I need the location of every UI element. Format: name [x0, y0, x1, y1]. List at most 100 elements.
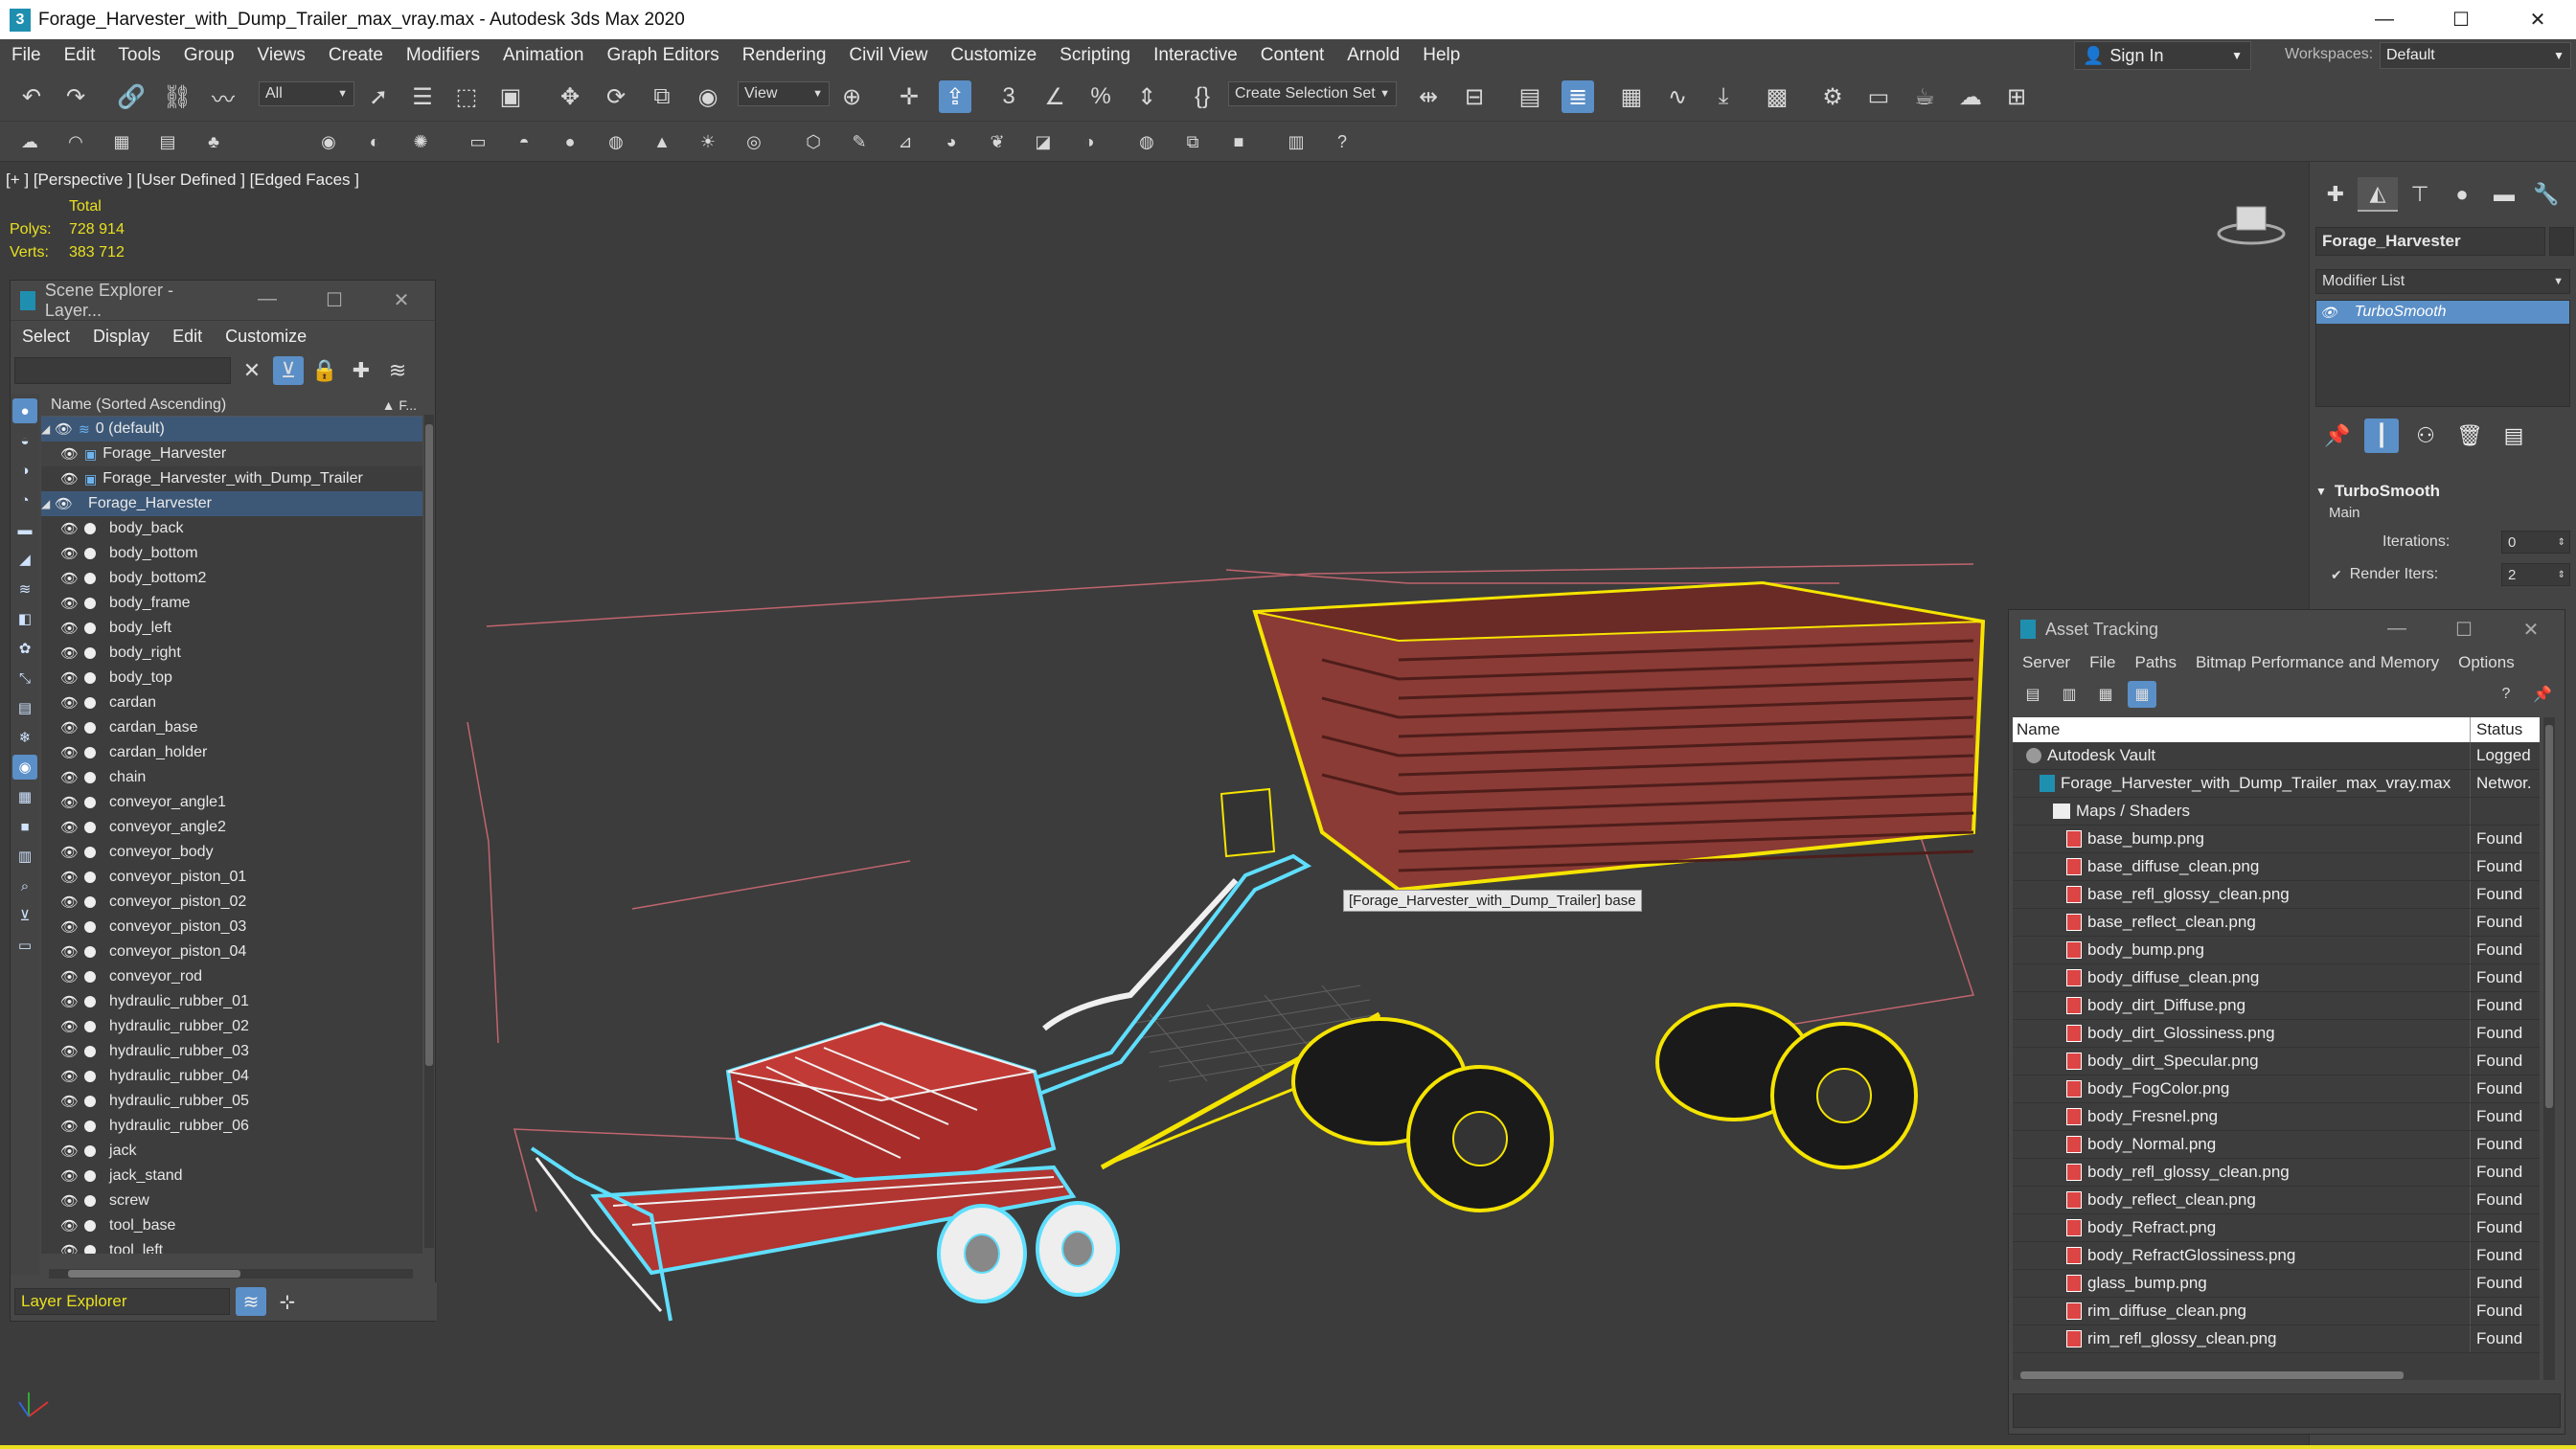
asset-row[interactable]: body_Normal.png Found: [2013, 1131, 2540, 1159]
folder-icon[interactable]: ▭: [12, 933, 37, 958]
eye-icon[interactable]: 👁: [55, 420, 73, 438]
se-menu-customize[interactable]: Customize: [214, 327, 318, 347]
eye-icon[interactable]: 👁: [60, 545, 79, 562]
eye-icon[interactable]: 👁: [60, 1118, 79, 1135]
tree-row-layer-item[interactable]: 👁 ▣ Forage_Harvester_with_Dump_Trailer: [41, 466, 422, 491]
object-dot-icon[interactable]: [84, 573, 97, 584]
render-region-icon[interactable]: ■: [1226, 129, 1251, 154]
tree-row-object[interactable]: 👁 body_left: [41, 616, 422, 641]
menu-content[interactable]: Content: [1249, 39, 1336, 72]
scroll-thumb[interactable]: [2545, 725, 2553, 1108]
menu-edit[interactable]: Edit: [53, 39, 107, 72]
asset-row[interactable]: rim_diffuse_clean.png Found: [2013, 1298, 2540, 1325]
eye-icon[interactable]: 👁: [60, 645, 79, 662]
render-in-cloud-icon[interactable]: ☁: [1954, 80, 1987, 113]
eye-icon[interactable]: 👁: [60, 1167, 79, 1185]
tree-row-object[interactable]: 👁 body_bottom2: [41, 566, 422, 591]
align-icon[interactable]: ⊟: [1458, 80, 1491, 113]
spinner-snap-icon[interactable]: ⇕: [1130, 80, 1163, 113]
menu-file[interactable]: File: [0, 39, 53, 72]
tree-row-object[interactable]: 👁 cardan_base: [41, 715, 422, 740]
eye-icon[interactable]: 👁: [60, 620, 79, 637]
object-dot-icon[interactable]: [84, 697, 97, 709]
object-dot-icon[interactable]: [84, 946, 97, 958]
vertical-scrollbar[interactable]: [2543, 717, 2555, 1380]
se-menu-edit[interactable]: Edit: [161, 327, 214, 347]
tree-row-object[interactable]: 👁 body_right: [41, 641, 422, 666]
lock-icon[interactable]: 🔒: [309, 356, 340, 385]
motion-tab-icon[interactable]: ●: [2442, 177, 2482, 212]
tree-row-object[interactable]: 👁 conveyor_piston_01: [41, 865, 422, 890]
keyboard-shortcut-override-icon[interactable]: ⇪: [939, 80, 971, 113]
ambient-light-icon[interactable]: ◎: [741, 129, 766, 154]
asset-row[interactable]: body_FogColor.png Found: [2013, 1075, 2540, 1103]
eye-icon[interactable]: 👁: [55, 495, 73, 512]
object-dot-icon[interactable]: [84, 822, 97, 833]
groups-filter-icon[interactable]: ◧: [12, 606, 37, 631]
object-dot-icon[interactable]: [84, 1021, 97, 1032]
eye-icon[interactable]: 👁: [60, 595, 79, 612]
invert-filter-icon[interactable]: ▥: [12, 844, 37, 869]
modifier-list-select[interactable]: Modifier List ▼: [2315, 269, 2570, 294]
close-button[interactable]: ✕: [2499, 0, 2576, 39]
object-dot-icon[interactable]: [84, 896, 97, 908]
eye-icon[interactable]: 👁: [60, 819, 79, 836]
toggle-ribbon-icon[interactable]: ▦: [1615, 80, 1648, 113]
table-view-icon[interactable]: ▦: [2128, 681, 2156, 708]
fog-icon[interactable]: ◠: [63, 129, 88, 154]
tree-row-object[interactable]: 👁 tool_left: [41, 1238, 422, 1254]
search-input[interactable]: [14, 357, 231, 384]
ies-light-icon[interactable]: ▲: [650, 129, 674, 154]
tree-row-object[interactable]: 👁 jack_stand: [41, 1164, 422, 1189]
tree-row-layer-default[interactable]: ◢ 👁 ≋ 0 (default): [41, 417, 422, 441]
eye-icon[interactable]: 👁: [60, 570, 79, 587]
at-menu-paths[interactable]: Paths: [2125, 653, 2185, 672]
eye-icon[interactable]: 👁: [60, 943, 79, 961]
eye-icon[interactable]: 👁: [60, 520, 79, 537]
menu-interactive[interactable]: Interactive: [1142, 39, 1249, 72]
spinner-arrows-icon[interactable]: ⇕: [2558, 570, 2565, 580]
remove-modifier-icon[interactable]: 🗑: [2448, 419, 2492, 453]
percent-snap-icon[interactable]: %: [1084, 80, 1117, 113]
tree-row-object[interactable]: 👁 cardan: [41, 691, 422, 715]
tree-row-object[interactable]: 👁 hydraulic_rubber_04: [41, 1064, 422, 1089]
place-icon[interactable]: ◉: [692, 80, 724, 113]
close-icon[interactable]: ✕: [368, 288, 435, 312]
scroll-thumb[interactable]: [425, 424, 433, 1066]
lights-filter-icon[interactable]: ◔: [12, 487, 37, 512]
rotate-icon[interactable]: ⟳: [600, 80, 632, 113]
eye-icon[interactable]: 👁: [2320, 305, 2337, 321]
object-dot-icon[interactable]: [84, 623, 97, 634]
edit-named-selection-icon[interactable]: {}: [1186, 80, 1219, 113]
rectangular-selection-icon[interactable]: ⬚: [450, 80, 483, 113]
reference-coord-select[interactable]: View ▼: [738, 81, 830, 106]
pin-icon[interactable]: 📌: [2528, 681, 2557, 708]
asset-row[interactable]: body_refl_glossy_clean.png Found: [2013, 1159, 2540, 1187]
column-name[interactable]: Name: [2013, 717, 2471, 742]
schematic-view-icon[interactable]: ⤓: [1707, 80, 1740, 113]
menu-civil-view[interactable]: Civil View: [837, 39, 939, 72]
cloud-icon[interactable]: ☁: [17, 129, 42, 154]
plane-icon[interactable]: ⊿: [893, 129, 918, 154]
xrefs-filter-icon[interactable]: ✿: [12, 636, 37, 661]
plane-light-icon[interactable]: ▭: [466, 129, 490, 154]
sphere-icon[interactable]: ◕: [939, 129, 964, 154]
asset-row[interactable]: Maps / Shaders: [2013, 798, 2540, 826]
menu-tools[interactable]: Tools: [106, 39, 171, 72]
leaf-icon[interactable]: ❦: [985, 129, 1010, 154]
all-filter-icon[interactable]: ▦: [12, 784, 37, 809]
select-by-name-icon[interactable]: ☰: [406, 80, 439, 113]
unlink-icon[interactable]: ⛓: [161, 80, 194, 113]
asset-row[interactable]: Autodesk Vault Logged: [2013, 742, 2540, 770]
volume-icon[interactable]: ◑: [1077, 129, 1102, 154]
asset-row[interactable]: base_refl_glossy_clean.png Found: [2013, 881, 2540, 909]
column-status[interactable]: Status: [2471, 717, 2522, 742]
eye-icon[interactable]: 👁: [60, 1192, 79, 1210]
asset-row[interactable]: body_dirt_Specular.png Found: [2013, 1048, 2540, 1075]
frozen-filter-icon[interactable]: ❄: [12, 725, 37, 750]
close-icon[interactable]: ✕: [2497, 618, 2565, 642]
at-menu-bitmap-performance[interactable]: Bitmap Performance and Memory: [2186, 653, 2449, 672]
configure-modifier-sets-icon[interactable]: ▤: [2492, 419, 2536, 453]
display-all-icon[interactable]: ●: [12, 398, 37, 423]
proxy-icon[interactable]: ⬡: [801, 129, 826, 154]
